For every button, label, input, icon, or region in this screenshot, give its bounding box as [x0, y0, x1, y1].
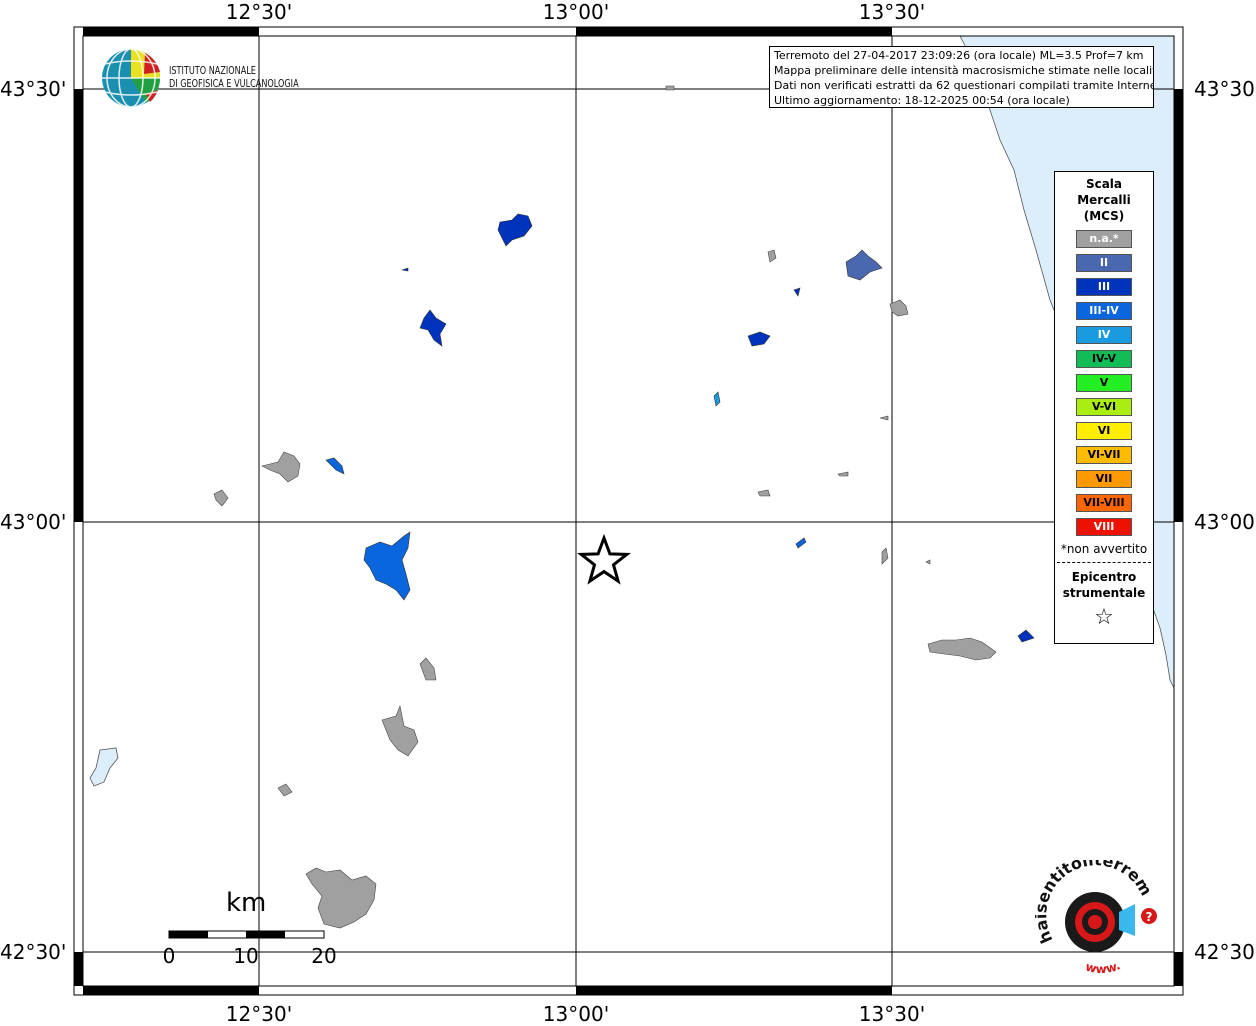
event-info-line: Dati non verificati estratti da 62 quest…	[774, 79, 1154, 92]
scale-bar-tick: 20	[311, 944, 337, 968]
scale-bar-unit: km	[226, 888, 267, 918]
legend-swatch: n.a.*	[1076, 230, 1132, 248]
legend-swatch: VIII	[1076, 518, 1132, 536]
scale-bar-tick: 0	[162, 944, 176, 968]
locality-area	[837, 471, 849, 477]
locality-area	[927, 637, 997, 661]
intensity-areas-iii	[401, 213, 1035, 643]
legend-title-line: Mercalli	[1077, 193, 1131, 207]
lon-label-top-2: 13°00'	[542, 0, 610, 24]
lon-label-bottom-2: 13°00'	[542, 1002, 610, 1026]
ingv-globe-logo	[102, 48, 161, 108]
legend-title: Scala Mercalli (MCS)	[1055, 176, 1153, 224]
locality-area	[879, 415, 889, 421]
mcs-legend: Scala Mercalli (MCS) n.a.* II III III-IV IV I…	[1054, 171, 1154, 644]
legend-epicenter-label: Epicentro strumentale	[1055, 569, 1153, 601]
lake	[89, 747, 119, 787]
locality-area	[261, 451, 301, 483]
legend-epicenter-line: strumentale	[1062, 586, 1146, 600]
legend-swatch: IV-V	[1076, 350, 1132, 368]
lat-label-right-1: 43°30'	[1194, 77, 1256, 101]
legend-swatch: II	[1076, 254, 1132, 272]
legend-swatch: VII	[1076, 470, 1132, 488]
ingv-name-line2: DI GEOFISICA E VULCANOLOGIA	[169, 77, 299, 90]
event-info-line: Ultimo aggiornamento: 18-12-2025 00:54 (…	[774, 94, 1070, 107]
legend-title-line: (MCS)	[1083, 209, 1125, 223]
lat-label-left-2: 43°00'	[0, 510, 67, 534]
hsit-logo-url: www.	[1084, 958, 1122, 976]
legend-swatches: n.a.* II III III-IV IV IV-V V V-VI VI VI-VII VII VI…	[1055, 230, 1153, 536]
event-info-line: Terremoto del 27-04-2017 23:09:26 (ora l…	[774, 49, 1144, 62]
locality-area	[419, 309, 447, 347]
locality-area	[747, 331, 771, 347]
lat-label-right-2: 43°00'	[1194, 510, 1256, 534]
legend-swatch: VI	[1076, 422, 1132, 440]
lon-label-bottom-1: 12°30'	[225, 1002, 293, 1026]
locality-area	[401, 267, 409, 272]
legend-separator	[1057, 562, 1151, 563]
locality-area	[213, 489, 229, 507]
scale-bar	[168, 930, 325, 939]
locality-area	[881, 547, 889, 565]
legend-na-note: *non avvertito	[1060, 542, 1148, 556]
event-info-line: Mappa preliminare delle intensità macros…	[774, 64, 1154, 77]
locality-area	[363, 531, 411, 601]
lon-label-top-1: 12°30'	[225, 0, 293, 24]
ingv-name: ISTITUTO NAZIONALE DI GEOFISICA E VULCAN…	[169, 64, 299, 90]
locality-area	[757, 489, 771, 497]
legend-epicenter-line: Epicentro	[1071, 570, 1137, 584]
hsit-logo: ? haisentitoilterremoto.it www.	[1035, 860, 1157, 976]
locality-area	[419, 657, 437, 681]
hsit-question: ?	[1146, 910, 1153, 924]
legend-swatch: VII-VIII	[1076, 494, 1132, 512]
locality-area	[305, 867, 377, 929]
intensity-areas-iii-iv	[325, 457, 807, 601]
intensity-areas-na	[213, 85, 997, 929]
epicenter-star-icon	[577, 533, 631, 585]
legend-swatch: III	[1076, 278, 1132, 296]
lat-label-right-3: 42°30'	[1194, 940, 1256, 964]
star-outline-icon: ☆	[1094, 605, 1114, 630]
lat-label-left-3: 42°30'	[0, 940, 67, 964]
intensity-areas-iv	[713, 391, 721, 407]
graticule	[83, 36, 1174, 986]
legend-swatch: VI-VII	[1076, 446, 1132, 464]
locality-area	[889, 299, 909, 317]
locality-area	[1017, 629, 1035, 643]
locality-area	[925, 559, 931, 565]
legend-swatch: IV	[1076, 326, 1132, 344]
locality-area	[795, 537, 807, 549]
locality-area	[767, 249, 777, 263]
locality-area	[497, 213, 533, 247]
svg-text:www.: www.	[1084, 958, 1122, 976]
event-info-box: Terremoto del 27-04-2017 23:09:26 (ora l…	[769, 46, 1154, 108]
lon-label-bottom-3: 13°30'	[858, 1002, 926, 1026]
locality-area	[845, 249, 883, 281]
lon-label-top-3: 13°30'	[858, 0, 926, 24]
locality-area	[665, 85, 675, 91]
legend-title-line: Scala	[1085, 177, 1123, 191]
lat-label-left-1: 43°30'	[0, 77, 67, 101]
locality-area	[713, 391, 721, 407]
legend-swatch: III-IV	[1076, 302, 1132, 320]
locality-area	[793, 287, 801, 297]
locality-area	[277, 783, 293, 797]
locality-area	[381, 704, 419, 757]
intensity-areas-ii	[845, 249, 883, 281]
legend-swatch: V	[1076, 374, 1132, 392]
locality-area	[325, 457, 345, 475]
legend-swatch: V-VI	[1076, 398, 1132, 416]
ingv-name-line1: ISTITUTO NAZIONALE	[169, 64, 256, 77]
scale-bar-tick: 10	[233, 944, 259, 968]
